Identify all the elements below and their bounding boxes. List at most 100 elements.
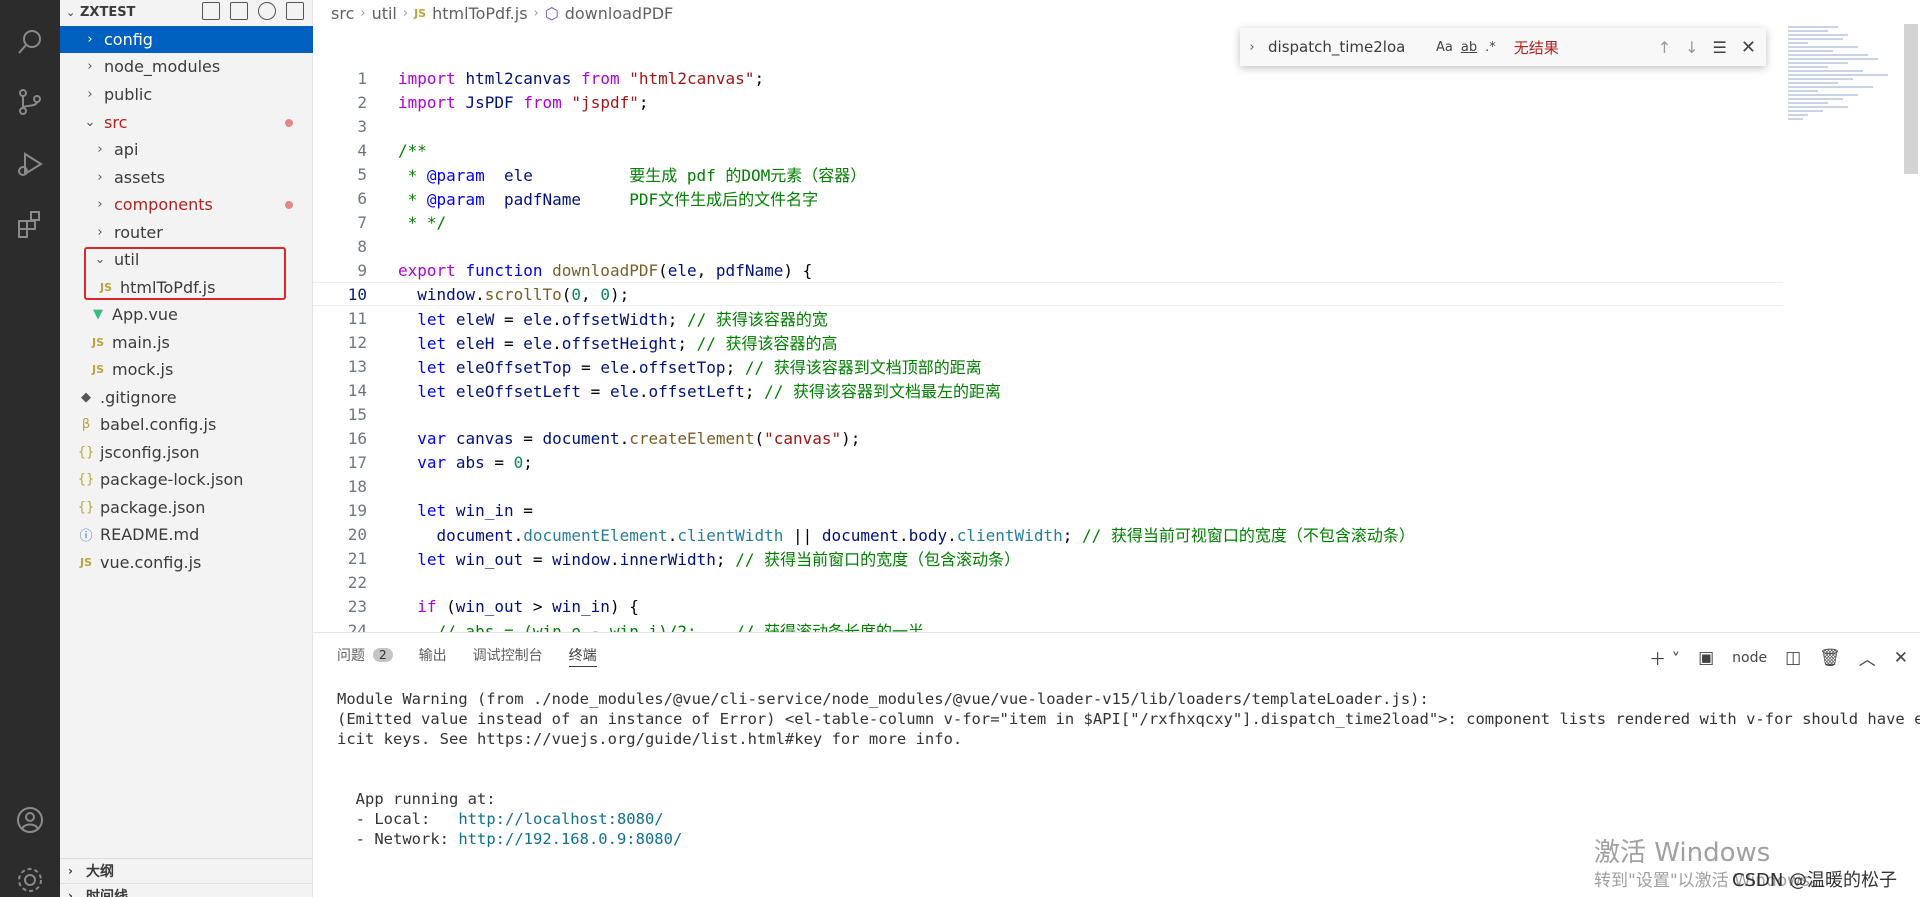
account-icon[interactable] (14, 804, 46, 836)
tree-item-config[interactable]: › config (60, 26, 313, 53)
terminal-output[interactable]: Module Warning (from ./node_modules/@vue… (337, 689, 1920, 849)
tree-item-gitignore[interactable]: ◆ .gitignore (60, 384, 313, 411)
match-case-toggle[interactable]: Aa (1436, 40, 1453, 55)
tree-item-jsconfig[interactable]: {} jsconfig.json (60, 439, 313, 466)
close-icon[interactable]: ✕ (1741, 37, 1756, 58)
tab-output[interactable]: 输出 (419, 643, 447, 667)
outline-section[interactable]: › 大纲 (60, 858, 313, 882)
chevron-up-icon[interactable]: ︿ (1859, 645, 1876, 670)
tab-label: 问题 (337, 648, 365, 664)
code-line: 19 let win_in = (313, 498, 1783, 522)
code-editor[interactable]: 1 import html2canvas from "html2canvas"; … (313, 26, 1900, 632)
tree-item-src[interactable]: ⌄ src (60, 109, 313, 136)
split-terminal-icon[interactable]: ◫ (1785, 648, 1801, 668)
refresh-icon[interactable] (258, 2, 276, 20)
chevron-right-icon: › (360, 5, 366, 21)
tree-item-router[interactable]: › router (60, 219, 313, 246)
line-number: 16 (347, 428, 367, 448)
explorer-header[interactable]: ⌄ ZXTEST (60, 0, 312, 25)
tree-item-assets[interactable]: › assets (60, 164, 313, 191)
tab-debug-console[interactable]: 调试控制台 (473, 643, 543, 667)
breadcrumb-symbol[interactable]: downloadPDF (565, 4, 674, 23)
tree-item-readme[interactable]: ⓘ README.md (60, 521, 313, 548)
terminal-icon[interactable]: ▣ (1698, 648, 1714, 668)
regex-toggle[interactable]: .* (1485, 40, 1496, 55)
arrow-down-icon[interactable]: ↓ (1685, 38, 1698, 57)
terminal-name[interactable]: node (1732, 650, 1767, 666)
tree-item-label: src (104, 113, 128, 132)
code-line: 23 if (win_out > win_in) { (313, 594, 1783, 618)
breadcrumb-src[interactable]: src (331, 4, 354, 23)
line-number: 9 (357, 260, 367, 280)
tree-item-node-modules[interactable]: › node_modules (60, 53, 313, 80)
tree-item-package-json[interactable]: {} package.json (60, 494, 313, 521)
line-number: 21 (347, 548, 367, 568)
line-number: 20 (347, 524, 367, 544)
trash-icon[interactable]: 🗑 (1819, 648, 1841, 668)
chevron-down-icon: ⌄ (66, 6, 76, 19)
tree-item-public[interactable]: › public (60, 81, 313, 108)
tree-item-main-js[interactable]: JS main.js (60, 329, 313, 356)
tree-item-label: package.json (100, 498, 206, 517)
tree-item-app-vue[interactable]: ▼ App.vue (60, 301, 313, 328)
code-line: 9 export function downloadPDF(ele, pdfNam… (313, 258, 1783, 282)
tab-problems[interactable]: 问题 2 (337, 643, 393, 667)
chevron-right-icon[interactable]: › (1240, 40, 1264, 55)
tree-item-vue-config[interactable]: JS vue.config.js (60, 549, 313, 576)
close-icon[interactable]: ✕ (1894, 648, 1908, 668)
chevron-right-icon: › (68, 888, 73, 897)
code-line: 5 * @param ele 要生成 pdf 的DOM元素（容器） (313, 162, 1783, 186)
arrow-up-icon[interactable]: ↑ (1658, 38, 1671, 57)
tree-item-label: .gitignore (100, 388, 177, 407)
tab-terminal[interactable]: 终端 (568, 643, 597, 667)
add-terminal-icon[interactable]: ＋ ˅ (1649, 645, 1680, 670)
tree-item-api[interactable]: › api (60, 136, 313, 163)
line-number: 13 (347, 356, 367, 376)
tree-item-package-lock[interactable]: {} package-lock.json (60, 466, 313, 493)
tree-item-label: config (104, 30, 153, 49)
find-result-status: 无结果 (1513, 38, 1559, 57)
breadcrumb-file[interactable]: htmlToPdf.js (432, 4, 527, 23)
line-number: 10 (347, 284, 367, 304)
settings-gear-icon[interactable] (14, 864, 46, 896)
code-line: 15 (313, 402, 1783, 426)
tree-item-label: public (104, 85, 153, 104)
tree-item-label: api (114, 140, 139, 159)
local-label: - Local: (337, 810, 459, 828)
tree-item-babel-config[interactable]: β babel.config.js (60, 411, 313, 438)
code-line: 12 let eleH = ele.offsetHeight; // 获得该容器… (313, 330, 1783, 354)
tree-item-label: main.js (112, 333, 170, 352)
code-line: 3 (313, 114, 1783, 138)
timeline-section[interactable]: › 时间线 (60, 883, 313, 897)
extensions-icon[interactable] (14, 208, 46, 240)
code-line: 8 (313, 234, 1783, 258)
collapse-all-icon[interactable] (286, 2, 304, 20)
new-file-icon[interactable] (202, 2, 220, 20)
whole-word-toggle[interactable]: ab (1461, 40, 1477, 55)
timeline-label: 时间线 (86, 888, 128, 897)
tree-item-label: package-lock.json (100, 470, 244, 489)
windows-activation-watermark: 激活 Windows (1594, 838, 1771, 868)
terminal-line: - Local: http://localhost:8080/ (337, 809, 1920, 829)
chevron-right-icon: › (97, 170, 103, 185)
source-control-icon[interactable] (14, 86, 46, 118)
line-number: 14 (347, 380, 367, 400)
network-url-link[interactable]: http://192.168.0.9:8080/ (458, 830, 682, 848)
js-file-icon: JS (414, 6, 427, 20)
breadcrumb-util[interactable]: util (372, 4, 397, 23)
find-input[interactable]: dispatch_time2loa (1268, 38, 1428, 56)
terminal-line: App running at: (337, 790, 496, 808)
line-number: 15 (347, 404, 367, 424)
search-icon[interactable] (14, 26, 46, 58)
local-url-link[interactable]: http://localhost:8080/ (458, 810, 663, 828)
explorer-sidebar: ⌄ ZXTEST › config › node_modules › publi… (60, 0, 313, 897)
code-line: 4/** (313, 138, 1783, 162)
line-number: 2 (357, 92, 367, 112)
tree-item-mock-js[interactable]: JS mock.js (60, 356, 313, 383)
new-folder-icon[interactable] (230, 2, 248, 20)
tree-item-components[interactable]: › components (60, 191, 313, 218)
find-in-selection-icon[interactable]: ☰ (1713, 38, 1727, 57)
run-debug-icon[interactable] (14, 148, 46, 180)
editor-scrollbar[interactable] (1904, 24, 1918, 174)
minimap[interactable] (1788, 24, 1898, 184)
